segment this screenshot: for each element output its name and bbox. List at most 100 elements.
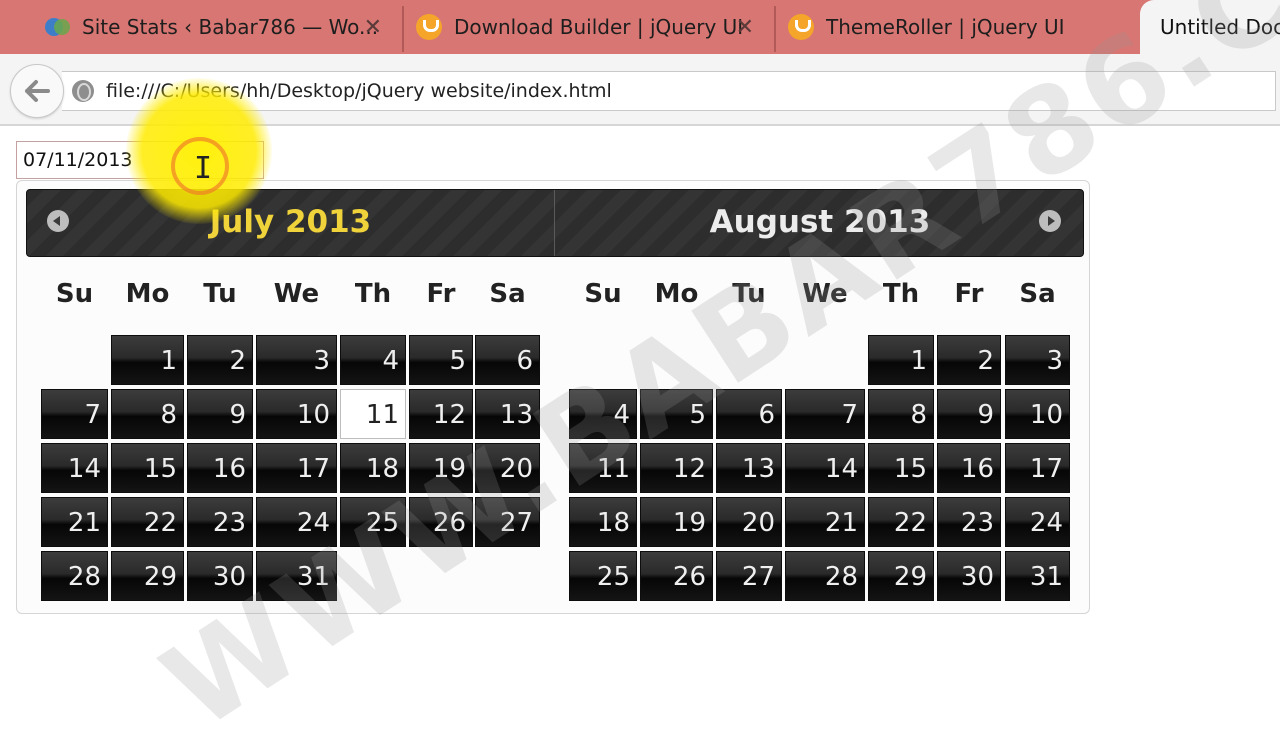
calendar-day[interactable]: 23 [187,497,253,547]
weekday-header: Tu [203,279,237,309]
close-tab-icon[interactable]: ✕ [364,15,382,40]
calendar-day[interactable]: 9 [937,389,1001,439]
calendar-day[interactable]: 2 [187,335,253,385]
calendar-day[interactable]: 26 [640,551,713,601]
calendar-day[interactable]: 18 [569,497,637,547]
calendar-day[interactable]: 8 [868,389,934,439]
globe-icon [72,80,94,102]
tab-label: Site Stats ‹ Babar786 — Wo... [82,15,379,39]
calendar-day[interactable]: 6 [716,389,782,439]
calendar-day[interactable]: 5 [409,335,473,385]
weekday-header: Mo [125,279,170,309]
back-button[interactable] [10,64,64,118]
calendar-day[interactable]: 27 [716,551,782,601]
calendar-day[interactable]: 24 [256,497,337,547]
calendar-day[interactable]: 14 [41,443,108,493]
weekday-header: We [802,279,848,309]
calendar-day[interactable]: 1 [111,335,184,385]
calendar-day[interactable]: 10 [1005,389,1070,439]
next-month-icon[interactable] [1039,210,1061,232]
calendar-day[interactable]: 29 [111,551,184,601]
calendar-day[interactable]: 18 [340,443,406,493]
calendar-day[interactable]: 15 [111,443,184,493]
calendar-day[interactable]: 11 [569,443,637,493]
weekday-header: Th [354,279,392,309]
calendar-day[interactable]: 4 [569,389,637,439]
month-title-july: July 2013 [209,204,372,240]
weekday-header: Tu [732,279,766,309]
datepicker-popup: July 2013 August 2013 Su Mo Tu We Th Fr Sa 1 2 3 4… [16,180,1090,614]
address-bar[interactable]: file:///C:/Users/hh/Desktop/jQuery websi… [62,71,1276,111]
calendar-day[interactable]: 5 [640,389,713,439]
calendar-day[interactable]: 3 [256,335,337,385]
tab-download-builder[interactable]: Download Builder | jQuery UI ✕ [416,0,772,54]
weekday-header: Fr [954,279,984,309]
weekday-header: We [273,279,320,309]
calendar-day[interactable]: 7 [41,389,108,439]
calendar-day[interactable]: 1 [868,335,934,385]
calendar-day[interactable]: 24 [1005,497,1070,547]
tab-site-stats[interactable]: Site Stats ‹ Babar786 — Wo... ✕ [44,0,400,54]
browser-tab-strip: Site Stats ‹ Babar786 — Wo... ✕ Download… [0,0,1280,54]
datepicker-header: July 2013 August 2013 [26,189,1084,257]
navigation-bar: file:///C:/Users/hh/Desktop/jQuery websi… [0,54,1280,126]
calendar-day[interactable]: 28 [785,551,865,601]
calendar-day[interactable]: 13 [475,389,540,439]
calendar-day[interactable]: 31 [256,551,337,601]
jquery-ui-icon [416,14,442,40]
tab-untitled-document[interactable]: Untitled Doc [1140,0,1280,54]
calendar-day[interactable]: 17 [256,443,337,493]
close-tab-icon[interactable]: ✕ [736,15,754,40]
calendar-day[interactable]: 19 [640,497,713,547]
weekday-header: Th [882,279,920,309]
back-arrow-icon [25,80,50,102]
calendar-day[interactable]: 25 [340,497,406,547]
calendar-day[interactable]: 21 [785,497,865,547]
weekday-header: Sa [489,279,526,309]
calendar-day[interactable]: 21 [41,497,108,547]
tab-label: ThemeRoller | jQuery UI [826,15,1065,39]
calendar-day[interactable]: 4 [340,335,406,385]
date-input[interactable] [16,141,264,179]
tab-label: Untitled Doc [1160,15,1280,39]
calendar-day[interactable]: 27 [475,497,540,547]
calendar-day[interactable]: 26 [409,497,473,547]
calendar-day[interactable]: 11 [340,389,406,439]
weekday-header: Sa [1019,279,1056,309]
calendar-day[interactable]: 16 [187,443,253,493]
weekday-header: Su [584,279,622,309]
calendar-day[interactable]: 7 [785,389,865,439]
calendar-day[interactable]: 2 [937,335,1001,385]
weekday-header: Su [55,279,94,309]
month-title-august: August 2013 [709,204,931,240]
url-text[interactable]: file:///C:/Users/hh/Desktop/jQuery websi… [106,80,612,102]
calendar-day[interactable]: 23 [937,497,1001,547]
calendar-day[interactable]: 30 [937,551,1001,601]
calendar-day[interactable]: 28 [41,551,108,601]
calendar-day[interactable]: 19 [409,443,473,493]
calendar-day[interactable]: 12 [640,443,713,493]
calendar-day[interactable]: 22 [111,497,184,547]
calendar-day[interactable]: 20 [716,497,782,547]
calendar-day[interactable]: 22 [868,497,934,547]
tab-themeroller[interactable]: ThemeRoller | jQuery UI [788,0,1128,54]
wordpress-stats-icon [45,18,70,36]
calendar-day[interactable]: 12 [409,389,473,439]
calendar-day[interactable]: 13 [716,443,782,493]
calendar-day[interactable]: 6 [475,335,540,385]
calendar-day[interactable]: 10 [256,389,337,439]
calendar-day[interactable]: 29 [868,551,934,601]
calendar-day[interactable]: 3 [1005,335,1070,385]
calendar-day[interactable]: 9 [187,389,253,439]
calendar-day[interactable]: 16 [937,443,1001,493]
tab-separator [402,6,404,52]
calendar-day[interactable]: 14 [785,443,865,493]
jquery-ui-icon [788,14,814,40]
calendar-day[interactable]: 30 [187,551,253,601]
calendar-day[interactable]: 8 [111,389,184,439]
calendar-day[interactable]: 15 [868,443,934,493]
calendar-day[interactable]: 17 [1005,443,1070,493]
calendar-day[interactable]: 25 [569,551,637,601]
calendar-day[interactable]: 20 [475,443,540,493]
calendar-day[interactable]: 31 [1005,551,1070,601]
